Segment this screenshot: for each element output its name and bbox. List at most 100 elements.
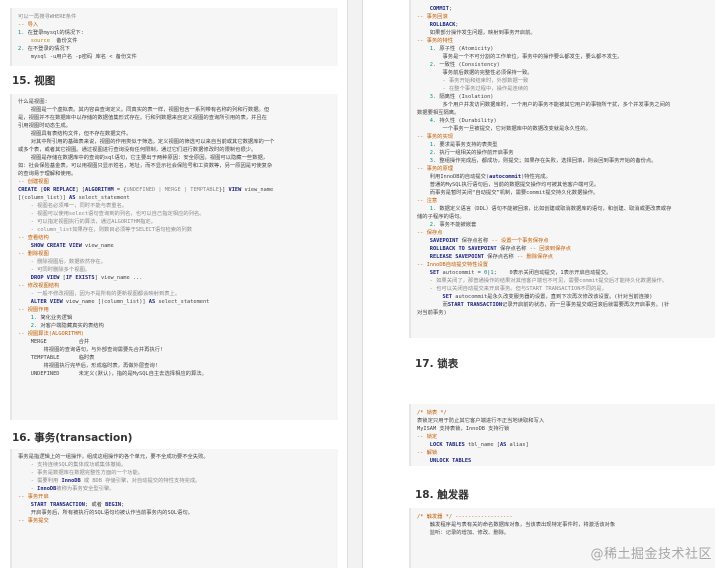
code-line: - 在整个事务过程中，操作是连续的 <box>417 86 529 92</box>
code-line: - 可以指定视图执行的算法，通过ALGORITHM指定。 <box>18 219 156 225</box>
code-line: 表锁定只用于防止其它客户端进行不正当地读取和写入 <box>417 418 545 424</box>
code-line: 将视图的查询语句，与外部查询需要先合并再执行! <box>18 347 164 353</box>
code-line: MyISAM 支持表锁，InnoDB 支持行锁 <box>417 426 510 432</box>
code-line: - 可同时删除多个视图。 <box>18 267 91 273</box>
code-line: - 视图名必须唯一，同时不能与表重名。 <box>18 203 128 209</box>
code-line: 什么是视图: <box>18 99 48 105</box>
code-line: 1. 要求是事务支持的表类型 <box>417 142 498 148</box>
code-line: 对当前事务) <box>417 310 447 316</box>
code-line: - 支持连续SQL的集体成功或集体撤销。 <box>18 462 127 468</box>
code-line: -- 事务回滚 <box>417 14 448 20</box>
code-line: 如：社会保险基金表，可以用视图只显示姓名，地址，而不显示社会保险号和工资数等，另… <box>18 163 273 169</box>
code-line: mysql -u用户名 -p密码 库名 < 备份文件 <box>18 54 137 60</box>
code-line: -- 视图算法(ALGORITHM) <box>18 331 84 337</box>
code-line: RELEASE SAVEPOINT 保存点名称 -- 删除保存点 <box>429 254 553 260</box>
code-block-transaction: 事务是指逻辑上的一组操作，组成这组操作的各个单元，要不全成功要不全失败。 - 支… <box>10 449 338 568</box>
code-line: 的查询易于理解和使用。 <box>18 171 77 177</box>
code-line: -- 导入 <box>18 22 39 28</box>
code-line: - 如果关闭了，那普通操作的结果对其他客户端也不可见，需要commit提交后才能… <box>417 278 668 284</box>
code-line: ALTER VIEW view_name [(column_list)] AS … <box>30 299 210 305</box>
code-line: -- 查看结构 <box>18 235 49 241</box>
code-line: 视图是存储在数据库中的查询的sql语句，它主要出于两种原因：安全原因，视图可以隐… <box>18 155 269 161</box>
code-block-views: 什么是视图: 视图是一个虚拟表。其内容由查询定义。同真实的表一样，视图包含一系列… <box>10 94 338 420</box>
code-line: 引用视图时动态生成。 <box>18 123 71 129</box>
code-line: UNDEFINED 未定义(默认)，指的是MySQL自主去选择相应的算法。 <box>18 371 207 377</box>
code-line: TEMPTABLE 临时表 <box>18 355 95 361</box>
code-line: 触发程序是与表有关的命名数据库对象，当该表出现特定事件时，将激活该对象 <box>417 522 616 528</box>
code-line: -- InnoDB自动提交特性设置 <box>417 262 489 268</box>
code-line: - 也可以关闭自动提交来开启事务。但与START TRANSACTION不同的是… <box>417 286 607 292</box>
code-block-transaction-continued: COMMIT; -- 事务回滚 ROLLBACK; 如果部分操作发生问题，映射到事… <box>409 0 715 338</box>
code-line: -- 锁定 <box>417 434 438 440</box>
code-line: SET autocommit = 0|1; 0表示关闭自动提交，1表示开启自动提… <box>429 270 612 276</box>
code-line: -- 注意 <box>417 198 438 204</box>
code-line: 而START TRANSACTION记录开启前的状态，而一旦事务提交或回滚后就需… <box>417 302 670 308</box>
code-line: 事务前后数据的完整性必须保持一致。 <box>417 70 533 76</box>
code-line: - 视图可以使用select语句查询到的列名，也可以自己指定相应的列名。 <box>18 211 205 217</box>
code-line: source 备份文件 <box>30 38 78 44</box>
code-line: UNLOCK TABLES <box>429 458 472 464</box>
code-line: 3. 整组操作完成后，都成功，则提交；如果存在失败，选择回滚，则会回到事务开始的… <box>417 158 657 164</box>
code-line: SET autocommit是永久改变服务器的设置，直到下次再次修改该设置。(针… <box>442 294 653 300</box>
code-line: 2. 在不登录的情况下 <box>18 46 70 52</box>
code-line: 视图具有表结构文件，但不存在数据文件。 <box>18 131 132 137</box>
code-block-import: 可以一再搜寻WHERE条件 -- 导入 1. 在登录mysql的情况下: sourc… <box>10 8 338 66</box>
code-line: 3. 隔离性 (Isolation) <box>417 94 494 100</box>
code-line: 将视图执行完毕后，形成临时表，再做外层查询! <box>18 363 158 369</box>
code-line: LOCK TABLES tbl_name [AS alias] <box>429 442 529 448</box>
code-line: 开启事务后，所有被执行的SQL语句均被认作当前事务内的SQL语句。 <box>18 510 193 516</box>
code-line: 利用InnoDB的自动提交(autocommit)特性完成。 <box>417 174 551 180</box>
code-line: 事务是一个不可分割的工作单位，事务中的操作要么都发生，要么都不发生。 <box>417 54 623 60</box>
code-line: 而事务是暂时关闭“自动提交”机制，需要commit提交持久化数据操作。 <box>417 190 599 196</box>
code-line: 视图是一个虚拟表。其内容由查询定义。同真实的表一样，视图包含一系列带有名称的列和… <box>18 107 270 113</box>
code-line: - InnoDB被称为事务安全型引擎。 <box>18 486 115 492</box>
code-line: -- 视图作用 <box>18 307 49 313</box>
right-document-page: COMMIT; -- 事务回滚 ROLLBACK; 如果部分操作发生问题，映射到事… <box>362 0 720 568</box>
code-line: DROP VIEW [IF EXISTS] view_name ... <box>30 275 143 281</box>
code-line: 储的子程序的语句。 <box>417 214 465 220</box>
code-line: 1. 简化业务逻辑 <box>18 315 73 321</box>
code-line: - 事务开始和结束时，外部数据一致 <box>417 78 529 84</box>
code-line: 多个用户并发访问数据库时，一个用户的事务不能被其它用户的事物所干扰，多个并发事务… <box>417 102 671 108</box>
code-line: -- 解锁 <box>417 450 438 456</box>
code-block-locks: /* 锁表 */ 表锁定只用于防止其它客户端进行不正当地读取和写入 MyISAM 支… <box>409 404 715 466</box>
code-line: 是，视图并不在数据库中以存储的数据值集形式存在。行和列数据来自定义视图的查询所引… <box>18 115 267 121</box>
code-line: 或多个表，或者其它视图。通过视图进行查询没有任何限制，通过它们进行数据修改时的限… <box>18 147 257 153</box>
code-line: -- 修改视图结构 <box>18 283 60 289</box>
heading-views: 15. 视图 <box>12 75 56 87</box>
code-line: -- 事务提交 <box>18 518 49 524</box>
code-line: START TRANSACTION; 或者 BEGIN; <box>30 502 125 508</box>
code-line: ROLLBACK; <box>429 22 459 28</box>
heading-transaction: 16. 事务(transaction) <box>12 432 133 444</box>
code-line: 2. 执行一组相关的操作前开启事务 <box>417 150 514 156</box>
code-line: MERGE 合并 <box>18 339 90 345</box>
left-document-page: 可以一再搜寻WHERE条件 -- 导入 1. 在登录mysql的情况下: sourc… <box>0 0 348 568</box>
code-line: 数据要相互隔离。 <box>417 110 460 116</box>
code-line: -- 事务的特性 <box>417 38 454 44</box>
code-line: -- 事务的实现 <box>417 134 454 140</box>
code-line: - 需要利用 InnoDB 或 BDB 存储引擎，对自动提交的特性支持完成。 <box>18 478 201 484</box>
code-line: 1. 在登录mysql的情况下: <box>18 30 84 36</box>
code-line: 如果部分操作发生问题，映射到事务开启前。 <box>417 30 536 36</box>
code-line: 普通的MySQL执行语句后，当前的数据提交操作均可被其他客户端可见。 <box>417 182 600 188</box>
heading-triggers: 18. 触发器 <box>415 489 469 501</box>
code-line: /* 触发器 */ ------------------ <box>417 514 513 520</box>
code-line: /* 锁表 */ <box>417 410 447 416</box>
code-line: -- 创建视图 <box>18 179 49 185</box>
code-line: SAVEPOINT 保存点名称 -- 设置一个事务保存点 <box>429 238 549 244</box>
code-line: ROLLBACK TO SAVEPOINT 保存点名称 -- 回滚到保存点 <box>429 246 571 252</box>
code-line: SHOW CREATE VIEW view_name <box>30 243 114 249</box>
code-line: 监听：记录的增加、修改、删除。 <box>417 530 510 536</box>
code-line: -- 保存点 <box>417 230 443 236</box>
code-line: 可以一再搜寻WHERE条件 <box>18 14 77 20</box>
code-line: - 一般不修改视图，因为不是所有的更新视图都会映射到表上。 <box>18 291 181 297</box>
code-line: 1. 原子性 (Atomicity) <box>417 46 494 52</box>
code-line: [(column_list)] AS select_statement <box>18 195 130 201</box>
code-line: COMMIT; <box>429 6 453 12</box>
code-line: 4. 持久性 (Durability) <box>417 118 497 124</box>
heading-locks: 17. 锁表 <box>415 358 459 370</box>
code-line: 2. 事务不能被嵌套 <box>417 222 477 228</box>
code-line: 事务是指逻辑上的一组操作，组成这组操作的各个单元，要不全成功要不全失败。 <box>18 454 209 460</box>
code-line: CREATE [OR REPLACE] [ALGORITHM = {UNDEFI… <box>18 187 274 193</box>
code-line: -- 事务开启 <box>18 494 49 500</box>
